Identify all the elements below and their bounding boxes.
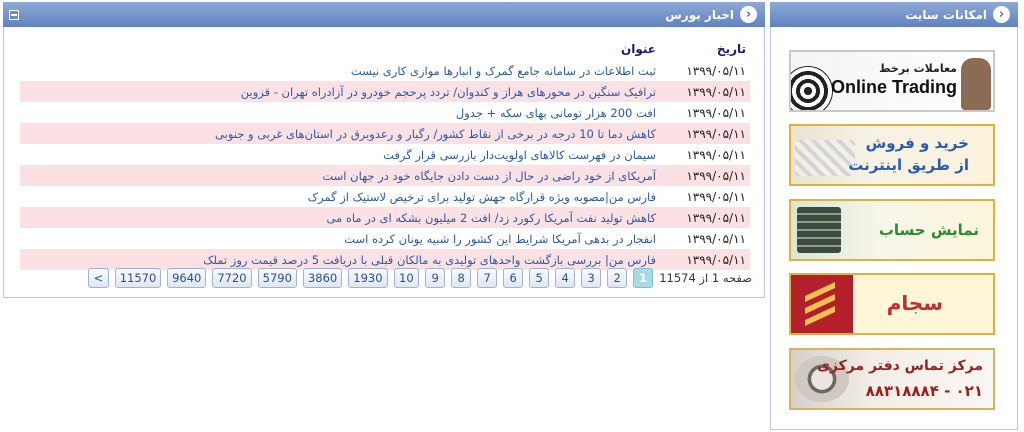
page-button-3[interactable]: 3 (581, 268, 602, 288)
news-title-link[interactable]: فارس من| بررسی بازگشت واحدهای تولیدی به … (20, 253, 672, 267)
news-title-link[interactable]: انفجار در بدهی آمریکا شرایط این کشور را … (20, 232, 672, 246)
page-button-9[interactable]: 9 (425, 268, 446, 288)
collapse-icon[interactable] (9, 10, 19, 20)
table-row: ۱۳۹۹/۰۵/۱۱ ترافیک سنگین در محورهای هراز … (20, 81, 750, 102)
news-date: ۱۳۹۹/۰۵/۱۱ (686, 231, 746, 246)
calculator-icon (797, 207, 841, 253)
news-title-link[interactable]: ثبت اطلاعات در سامانه جامع گمرک و انباره… (20, 64, 672, 78)
internet-trade-line1: خرید و فروش (865, 134, 969, 152)
table-row: ۱۳۹۹/۰۵/۱۱ فارس من|مصوبه ویژه قرارگاه جه… (20, 186, 750, 207)
internet-trade-banner[interactable]: خرید و فروش از طریق اینترنت (789, 124, 995, 186)
table-row: ۱۳۹۹/۰۵/۱۱ سیمان در فهرست کالاهای اولویت… (20, 144, 750, 165)
trader-photo (961, 58, 991, 110)
online-trading-label-en: Online Trading (830, 77, 957, 97)
sajam-label: سجام (886, 291, 943, 315)
table-row: ۱۳۹۹/۰۵/۱۱ افت 200 هزار تومانی بهای سکه … (20, 102, 750, 123)
news-title-link[interactable]: فارس من|مصوبه ویژه قرارگاه جهش تولید برا… (20, 190, 672, 204)
sajam-logo-icon (791, 275, 853, 333)
chevron-left-icon[interactable]: ‹ (740, 6, 757, 23)
contact-center-banner[interactable]: مرکز تماس دفتر مرکزی ۰۲۱ - ۸۸۳۱۸۸۸۴ (789, 348, 995, 410)
page-button-5790[interactable]: 5790 (257, 268, 297, 288)
online-trading-banner[interactable]: معاملات برخط Online Trading (789, 50, 995, 112)
page-button-10[interactable]: 10 (393, 268, 420, 288)
account-view-label: نمایش حساب (878, 221, 979, 239)
stock-news-title: اخبار بورس (665, 7, 734, 22)
news-title-link[interactable]: سیمان در فهرست کالاهای اولویت‌دار بازرسی… (20, 148, 672, 162)
news-title-link[interactable]: کاهش تولید نفت آمریکا رکورد زد/ افت 2 می… (20, 211, 672, 225)
news-date: ۱۳۹۹/۰۵/۱۱ (686, 168, 746, 183)
page-info: صفحه 1 از 11574 (659, 271, 752, 285)
page-button-6[interactable]: 6 (503, 268, 524, 288)
online-trading-label-fa: معاملات برخط (879, 62, 957, 75)
news-date: ۱۳۹۹/۰۵/۱۱ (686, 63, 746, 78)
news-table: تاریخ عنوان ۱۳۹۹/۰۵/۱۱ ثبت اطلاعات در سا… (20, 39, 750, 270)
contact-center-label: مرکز تماس دفتر مرکزی (817, 358, 983, 374)
news-date: ۱۳۹۹/۰۵/۱۱ (686, 252, 746, 267)
column-header-title: عنوان (621, 42, 656, 56)
table-row: ۱۳۹۹/۰۵/۱۱ کاهش دما تا 10 درجه در برخی ا… (20, 123, 750, 144)
page-button-7[interactable]: 7 (477, 268, 498, 288)
pagination: صفحه 1 از 11574 1 2 3 4 5 6 7 8 9 10 193… (82, 267, 752, 289)
news-date: ۱۳۹۹/۰۵/۱۱ (686, 210, 746, 225)
account-view-banner[interactable]: نمایش حساب (789, 199, 995, 261)
page-button-3860[interactable]: 3860 (302, 268, 343, 288)
news-table-header: تاریخ عنوان (20, 39, 750, 60)
news-title-link[interactable]: کاهش دما تا 10 درجه در برخی از نقاط کشور… (20, 127, 672, 141)
page-button-7720[interactable]: 7720 (212, 268, 252, 288)
table-row: ۱۳۹۹/۰۵/۱۱ آمریکای از خود راضی در حال از… (20, 165, 750, 186)
news-date: ۱۳۹۹/۰۵/۱۱ (686, 189, 746, 204)
news-date: ۱۳۹۹/۰۵/۱۱ (686, 84, 746, 99)
table-row: ۱۳۹۹/۰۵/۱۱ انفجار در بدهی آمریکا شرایط ا… (20, 228, 750, 249)
site-features-panel: ‹ امکانات سایت معاملات برخط Online Tradi… (770, 2, 1018, 430)
target-icon (791, 66, 833, 110)
page-button-1930[interactable]: 1930 (348, 268, 388, 288)
column-header-date: تاریخ (716, 42, 746, 56)
keyboard-icon (795, 140, 855, 176)
news-title-link[interactable]: آمریکای از خود راضی در حال از دست دادن ج… (20, 169, 672, 183)
table-row: ۱۳۹۹/۰۵/۱۱ کاهش تولید نفت آمریکا رکورد ز… (20, 207, 750, 228)
news-title-link[interactable]: ترافیک سنگین در محورهای هراز و کندوان/ ت… (20, 85, 672, 99)
contact-center-phone: ۰۲۱ - ۸۸۳۱۸۸۸۴ (865, 382, 983, 400)
news-date: ۱۳۹۹/۰۵/۱۱ (686, 147, 746, 162)
news-date: ۱۳۹۹/۰۵/۱۱ (686, 126, 746, 141)
page-button-9640[interactable]: 9640 (167, 268, 207, 288)
page-button-5[interactable]: 5 (529, 268, 550, 288)
page-button-11570[interactable]: 11570 (114, 268, 162, 288)
internet-trade-line2: از طریق اینترنت (848, 156, 969, 174)
page-button-4[interactable]: 4 (555, 268, 576, 288)
site-features-title: امکانات سایت (905, 7, 987, 22)
page-button-2[interactable]: 2 (607, 268, 628, 288)
sajam-banner[interactable]: سجام (789, 273, 995, 335)
news-title-link[interactable]: افت 200 هزار تومانی بهای سکه + جدول (20, 106, 672, 120)
stock-news-header: ‹ اخبار بورس (3, 2, 765, 27)
next-page-button[interactable]: > (87, 268, 109, 288)
page-button-8[interactable]: 8 (451, 268, 472, 288)
site-features-header: ‹ امکانات سایت (770, 2, 1018, 27)
stock-news-panel: ‹ اخبار بورس تاریخ عنوان ۱۳۹۹/۰۵/۱۱ ثبت … (3, 2, 765, 298)
table-row: ۱۳۹۹/۰۵/۱۱ ثبت اطلاعات در سامانه جامع گم… (20, 60, 750, 81)
page-button-1[interactable]: 1 (633, 268, 654, 288)
chevron-left-icon[interactable]: ‹ (993, 6, 1010, 23)
news-date: ۱۳۹۹/۰۵/۱۱ (686, 105, 746, 120)
